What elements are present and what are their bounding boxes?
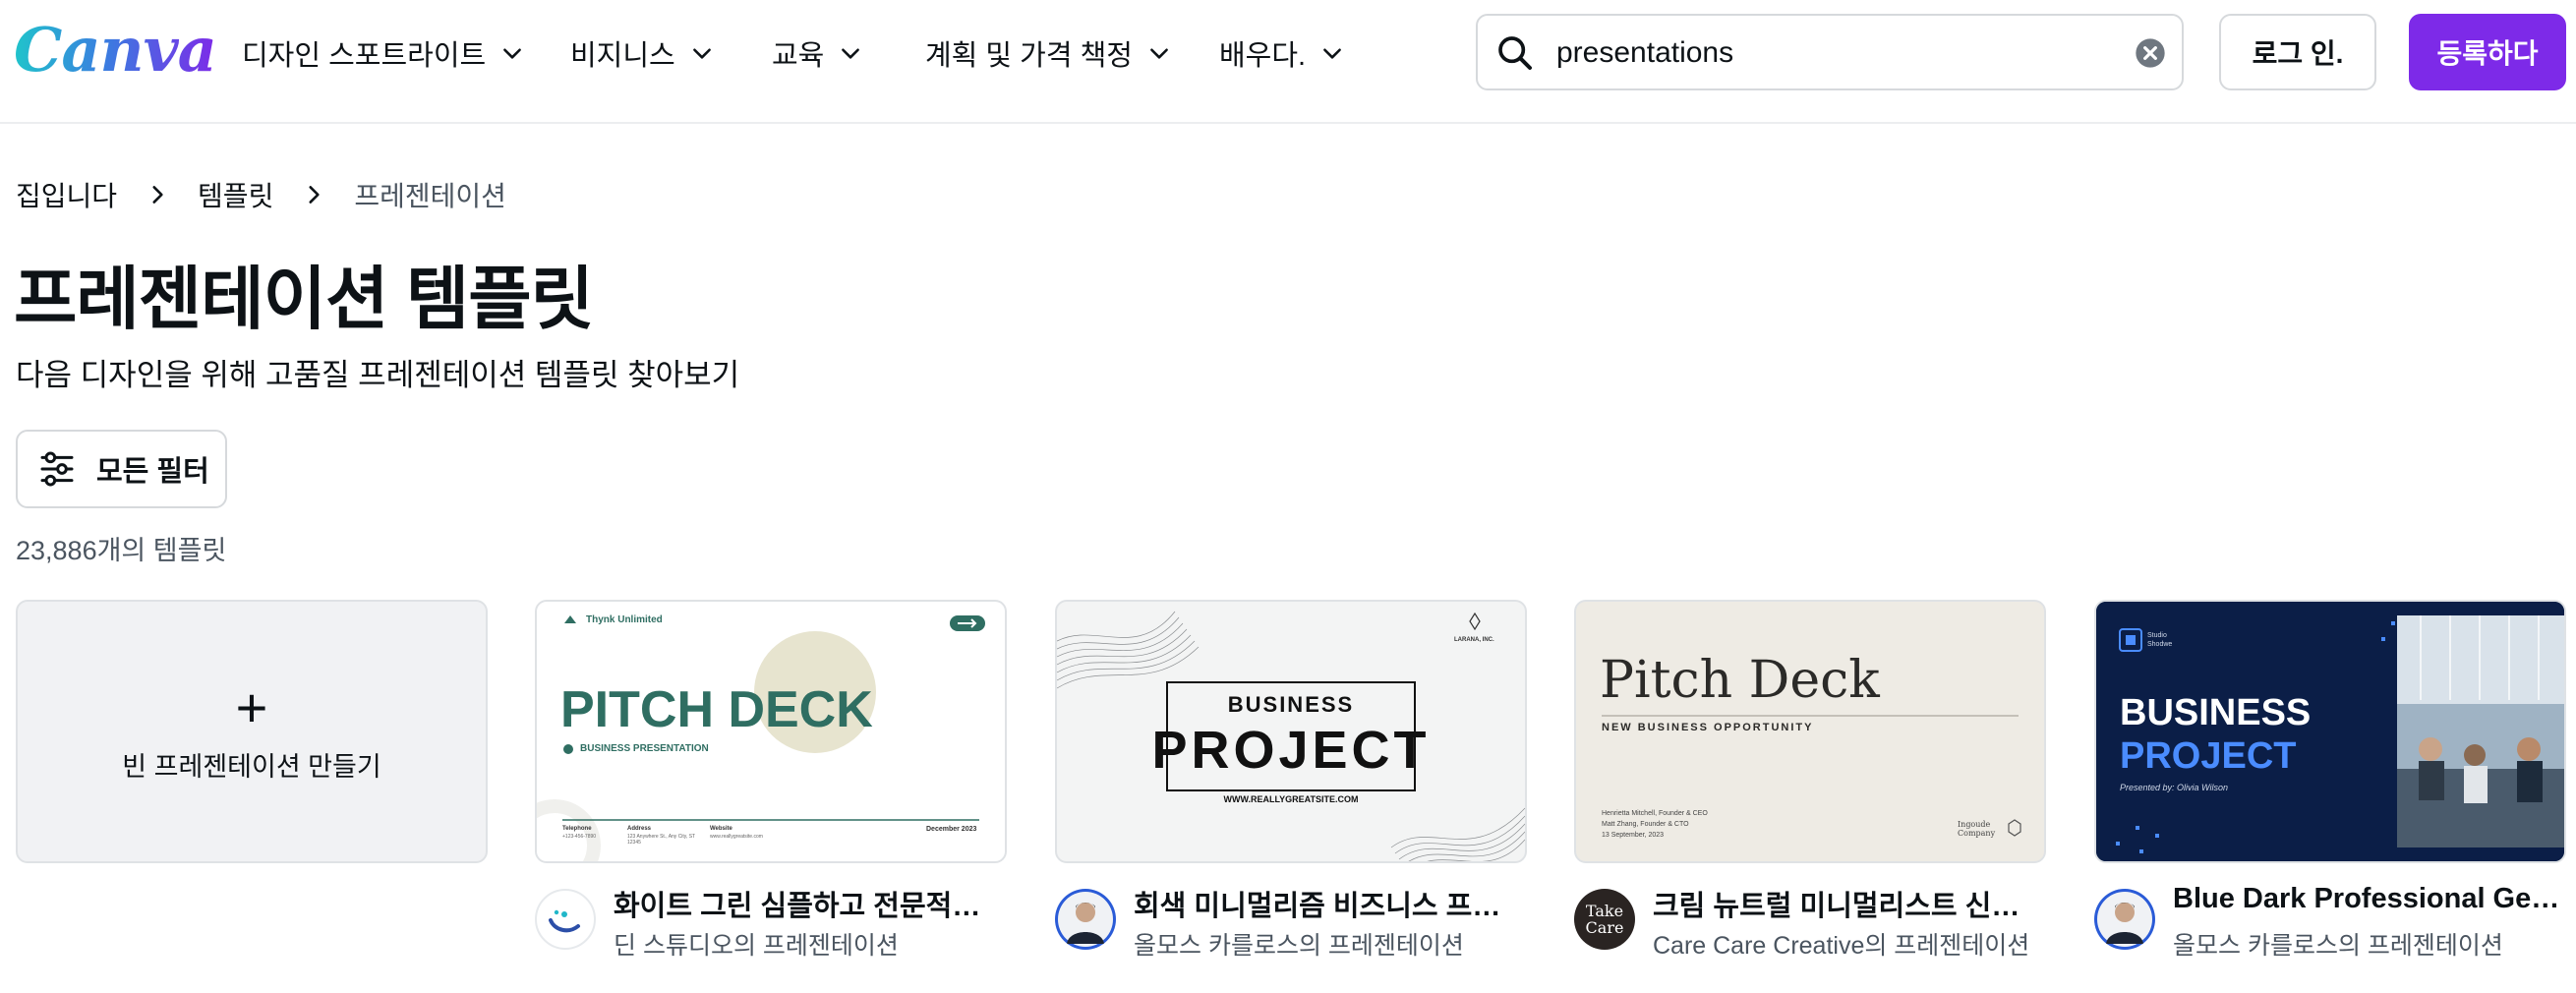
nav-item-label: 배우다. [1219,40,1307,72]
nav-item-label: 비지니스 [570,40,675,72]
template-author[interactable]: 올모스 카를로스의 프레젠테이션 [1134,926,1464,962]
thumb-tag: NEW BUSINESS OPPORTUNITY [1602,722,1814,733]
chevron-down-icon [692,48,711,59]
template-title[interactable]: 크림 뉴트럴 미니멀리스트 신사업 ... [1653,883,2046,924]
nav-item-learn[interactable]: 배우다. [1219,29,1345,77]
template-meta: 회색 미니멀리즘 비즈니스 프로젝... 올모스 카를로스의 프레젠테이션 [1055,883,1527,971]
template-card[interactable]: LARANA, INC. BUSINESS PROJECT WWW.REALLY… [1055,600,1527,971]
signup-button[interactable]: 등록하다 [2409,14,2566,90]
template-thumbnail[interactable]: Pitch Deck NEW BUSINESS OPPORTUNITY Henr… [1574,600,2046,863]
person-avatar-icon [1058,892,1113,947]
nav-item-education[interactable]: 교육 [772,29,863,77]
thumb-line2: PROJECT [1151,721,1431,780]
thumb-site: WWW.REALLYGREATSITE.COM [1223,794,1359,804]
thumb-line1: BUSINESS [1227,692,1355,717]
all-filters-button[interactable]: 모든 필터 [16,430,227,508]
canva-logo[interactable]: Canva [14,14,217,86]
all-filters-label: 모든 필터 [96,456,209,488]
nav-item-label: 디자인 스포트라이트 [242,40,487,72]
template-author[interactable]: Care Care Creative의 프레젠테이션 [1653,926,2029,962]
person-avatar-icon [2097,892,2152,947]
thumb-brand: LARANA, INC. [1454,637,1494,643]
author-avatar [1055,889,1116,950]
template-meta: 화이트 그린 심플하고 전문적인 비... 딘 스튜디오의 프레젠테이션 [535,883,1007,971]
nav-item-business[interactable]: 비지니스 [570,29,715,77]
template-thumbnail[interactable]: Studio Shodwe BUSINESS PROJECT Presented… [2094,600,2566,863]
blank-card-label: 빈 프레젠테이션 만들기 [122,751,381,782]
chevron-down-icon [503,48,522,59]
thumb-footer-label: Website [710,826,732,832]
template-card[interactable]: Studio Shodwe BUSINESS PROJECT Presented… [2094,600,2566,971]
login-button[interactable]: 로그 인. [2219,14,2376,90]
thumb-brand: Studio Shodwe [2147,632,2173,648]
template-author[interactable]: 올모스 카를로스의 프레젠테이션 [2173,926,2503,962]
search-icon [1498,36,1532,70]
chevron-down-icon [842,48,860,59]
thumb-company: Ingoude Company [1958,820,1996,838]
thumb-name: Henrietta Mitchell, Founder & CEO [1602,810,1708,817]
result-count: 23,886개의 템플릿 [16,536,227,565]
thumb-footer-value: www.reallygreatsite.com [710,834,763,840]
thumb-headline: PITCH DECK [560,681,873,738]
create-blank-presentation-card[interactable]: + 빈 프레젠테이션 만들기 [16,600,488,863]
author-avatar [535,889,596,950]
template-card[interactable]: Thynk Unlimited PITCH DECK BUSINESS PRES… [535,600,1007,971]
template-thumbnail[interactable]: Thynk Unlimited PITCH DECK BUSINESS PRES… [535,600,1007,863]
template-meta: Take Care 크림 뉴트럴 미니멀리스트 신사업 ... Care Car… [1574,883,2046,971]
chevron-down-icon [1150,48,1168,59]
page-title: 프레젠테이션 템플릿 [14,261,594,337]
thumb-footer-label: Address [627,826,652,832]
template-title[interactable]: Blue Dark Professional Geo... [2173,883,2566,915]
breadcrumb-templates-link[interactable]: 템플릿 [198,175,273,214]
blank-thumbnail[interactable]: + 빈 프레젠테이션 만들기 [16,600,488,863]
author-logo-icon [549,909,580,933]
thumb-line2: PROJECT [2120,735,2297,777]
template-title[interactable]: 회색 미니멀리즘 비즈니스 프로젝... [1134,883,1527,924]
nav-item-label: 교육 [772,40,825,72]
template-author[interactable]: 딘 스튜디오의 프레젠테이션 [614,926,899,962]
thumb-name: Matt Zhang, Founder & CTO [1602,821,1689,828]
thumb-footer-value: 123 Anywhere St., Any City, ST 12345 [627,834,696,846]
sliders-icon [40,451,74,487]
breadcrumb-current: 프레젠테이션 [354,181,506,211]
nav-item-design-spotlight[interactable]: 디자인 스포트라이트 [242,29,525,77]
breadcrumb-home-link[interactable]: 집입니다 [16,175,117,214]
author-avatar-text: Take Care [1585,902,1624,937]
plus-icon: + [235,675,268,738]
clear-search-icon[interactable] [2135,37,2166,69]
thumb-headline: Pitch Deck [1600,651,1880,710]
thumb-date: 13 September, 2023 [1602,832,1665,839]
page-subtitle: 다음 디자인을 위해 고품질 프레젠테이션 템플릿 찾아보기 [16,358,740,392]
nav-item-label: 계획 및 가격 책정 [925,40,1133,72]
template-meta: Blue Dark Professional Geo... 올모스 카를로스의 … [2094,883,2566,971]
template-card[interactable]: Pitch Deck NEW BUSINESS OPPORTUNITY Henr… [1574,600,2046,971]
thumb-line1: BUSINESS [2120,692,2312,733]
thumb-date: December 2023 [926,826,977,833]
breadcrumb: 집입니다 템플릿 프레젠테이션 [16,175,506,214]
search-input[interactable] [1554,29,2089,77]
nav-item-plans-pricing[interactable]: 계획 및 가격 책정 [925,29,1172,77]
template-title[interactable]: 화이트 그린 심플하고 전문적인 비... [614,883,1007,924]
chevron-down-icon [1323,48,1341,59]
top-header: Canva 디자인 스포트라이트 비지니스 교육 계획 및 가격 책정 배우다.… [0,0,2576,124]
chevron-right-icon [309,186,320,204]
author-avatar: Take Care [1574,889,1635,950]
thumb-presenter: Presented by: Olivia Wilson [2120,783,2228,792]
chevron-right-icon [152,186,163,204]
thumb-brand: Thynk Unlimited [586,614,663,625]
thumb-tag: BUSINESS PRESENTATION [580,743,709,754]
thumb-footer-value: +123-456-7890 [562,834,597,840]
template-thumbnail[interactable]: LARANA, INC. BUSINESS PROJECT WWW.REALLY… [1055,600,1527,863]
search-bar [1476,14,2184,90]
author-avatar [2094,889,2155,950]
thumb-footer-label: Telephone [562,826,592,832]
